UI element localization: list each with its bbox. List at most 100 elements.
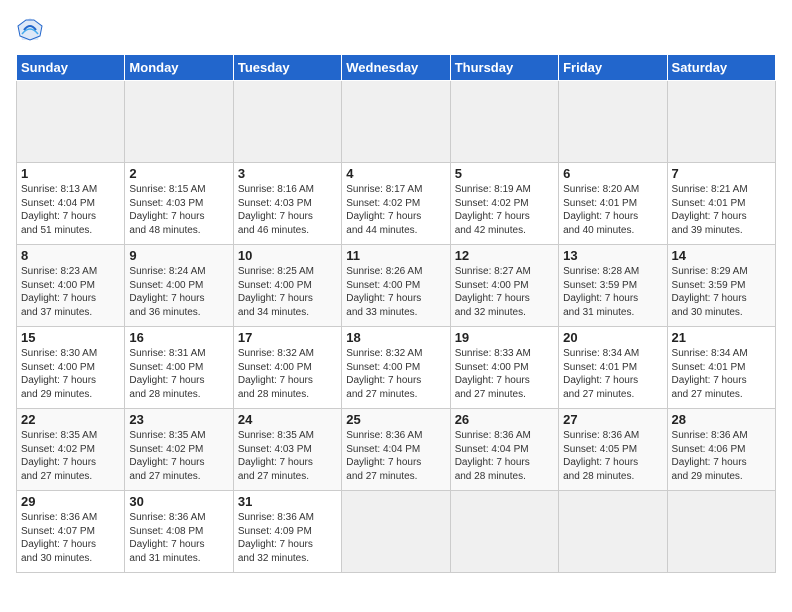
calendar-table: SundayMondayTuesdayWednesdayThursdayFrid… <box>16 54 776 573</box>
cell-info: Sunrise: 8:19 AM Sunset: 4:02 PM Dayligh… <box>455 183 554 237</box>
day-number: 1 <box>21 166 120 181</box>
calendar-cell <box>667 491 775 573</box>
column-header-sunday: Sunday <box>17 55 125 81</box>
week-row-5: 29 Sunrise: 8:36 AM Sunset: 4:07 PM Dayli… <box>17 491 776 573</box>
calendar-cell: 1 Sunrise: 8:13 AM Sunset: 4:04 PM Daylig… <box>17 163 125 245</box>
column-header-wednesday: Wednesday <box>342 55 450 81</box>
calendar-cell: 2Sunrise: 8:15 AM Sunset: 4:03 PM Daylig… <box>125 163 233 245</box>
logo <box>16 16 48 44</box>
day-number: 17 <box>238 330 337 345</box>
page-container: SundayMondayTuesdayWednesdayThursdayFrid… <box>0 0 792 583</box>
day-number: 29 <box>21 494 120 509</box>
calendar-cell: 26Sunrise: 8:36 AM Sunset: 4:04 PM Dayli… <box>450 409 558 491</box>
calendar-cell: 11 Sunrise: 8:26 AM Sunset: 4:00 PM Dayli… <box>342 245 450 327</box>
calendar-cell <box>559 81 667 163</box>
logo-icon <box>16 16 44 44</box>
cell-info: Sunrise: 8:33 AM Sunset: 4:00 PM Dayligh… <box>455 347 554 401</box>
calendar-cell: 29 Sunrise: 8:36 AM Sunset: 4:07 PM Dayli… <box>17 491 125 573</box>
cell-info: Sunrise: 8:32 AM Sunset: 4:00 PM Dayligh… <box>346 347 445 401</box>
cell-info: Sunrise: 8:36 AM Sunset: 4:04 PM Dayligh… <box>346 429 445 483</box>
day-number: 28 <box>672 412 771 427</box>
calendar-cell <box>667 81 775 163</box>
calendar-cell: 14 Sunrise: 8:29 AM Sunset: 3:59 PM Dayli… <box>667 245 775 327</box>
cell-info: Sunrise: 8:17 AM Sunset: 4:02 PM Dayligh… <box>346 183 445 237</box>
cell-info: Sunrise: 8:36 AM Sunset: 4:07 PM Dayligh… <box>21 511 120 565</box>
column-header-saturday: Saturday <box>667 55 775 81</box>
cell-info: Sunrise: 8:21 AM Sunset: 4:01 PM Dayligh… <box>672 183 771 237</box>
day-number: 5 <box>455 166 554 181</box>
day-number: 20 <box>563 330 662 345</box>
calendar-cell <box>342 81 450 163</box>
calendar-cell: 7 Sunrise: 8:21 AM Sunset: 4:01 PM Daylig… <box>667 163 775 245</box>
calendar-cell: 28Sunrise: 8:36 AM Sunset: 4:06 PM Dayli… <box>667 409 775 491</box>
calendar-cell: 4Sunrise: 8:17 AM Sunset: 4:02 PM Daylig… <box>342 163 450 245</box>
calendar-cell: 21Sunrise: 8:34 AM Sunset: 4:01 PM Dayli… <box>667 327 775 409</box>
cell-info: Sunrise: 8:32 AM Sunset: 4:00 PM Dayligh… <box>238 347 337 401</box>
day-number: 7 <box>672 166 771 181</box>
day-number: 10 <box>238 248 337 263</box>
calendar-cell <box>17 81 125 163</box>
calendar-cell: 5 Sunrise: 8:19 AM Sunset: 4:02 PM Daylig… <box>450 163 558 245</box>
calendar-cell: 6Sunrise: 8:20 AM Sunset: 4:01 PM Daylig… <box>559 163 667 245</box>
calendar-cell: 20 Sunrise: 8:34 AM Sunset: 4:01 PM Dayli… <box>559 327 667 409</box>
day-number: 3 <box>238 166 337 181</box>
day-number: 12 <box>455 248 554 263</box>
cell-info: Sunrise: 8:35 AM Sunset: 4:02 PM Dayligh… <box>129 429 228 483</box>
calendar-cell: 10 Sunrise: 8:25 AM Sunset: 4:00 PM Dayli… <box>233 245 341 327</box>
calendar-cell: 13Sunrise: 8:28 AM Sunset: 3:59 PM Dayli… <box>559 245 667 327</box>
day-number: 6 <box>563 166 662 181</box>
calendar-cell <box>559 491 667 573</box>
column-header-thursday: Thursday <box>450 55 558 81</box>
week-row-0 <box>17 81 776 163</box>
cell-info: Sunrise: 8:25 AM Sunset: 4:00 PM Dayligh… <box>238 265 337 319</box>
day-number: 18 <box>346 330 445 345</box>
calendar-cell: 3Sunrise: 8:16 AM Sunset: 4:03 PM Daylig… <box>233 163 341 245</box>
day-number: 11 <box>346 248 445 263</box>
calendar-cell: 18 Sunrise: 8:32 AM Sunset: 4:00 PM Dayli… <box>342 327 450 409</box>
cell-info: Sunrise: 8:24 AM Sunset: 4:00 PM Dayligh… <box>129 265 228 319</box>
calendar-cell: 8Sunrise: 8:23 AM Sunset: 4:00 PM Daylig… <box>17 245 125 327</box>
calendar-cell: 16 Sunrise: 8:31 AM Sunset: 4:00 PM Dayli… <box>125 327 233 409</box>
cell-info: Sunrise: 8:31 AM Sunset: 4:00 PM Dayligh… <box>129 347 228 401</box>
cell-info: Sunrise: 8:35 AM Sunset: 4:03 PM Dayligh… <box>238 429 337 483</box>
week-row-3: 15Sunrise: 8:30 AM Sunset: 4:00 PM Dayli… <box>17 327 776 409</box>
cell-info: Sunrise: 8:15 AM Sunset: 4:03 PM Dayligh… <box>129 183 228 237</box>
calendar-cell: 24Sunrise: 8:35 AM Sunset: 4:03 PM Dayli… <box>233 409 341 491</box>
cell-info: Sunrise: 8:36 AM Sunset: 4:08 PM Dayligh… <box>129 511 228 565</box>
cell-info: Sunrise: 8:26 AM Sunset: 4:00 PM Dayligh… <box>346 265 445 319</box>
day-number: 16 <box>129 330 228 345</box>
week-row-4: 22 Sunrise: 8:35 AM Sunset: 4:02 PM Dayli… <box>17 409 776 491</box>
week-row-1: 1 Sunrise: 8:13 AM Sunset: 4:04 PM Daylig… <box>17 163 776 245</box>
day-number: 27 <box>563 412 662 427</box>
cell-info: Sunrise: 8:36 AM Sunset: 4:09 PM Dayligh… <box>238 511 337 565</box>
calendar-cell: 17 Sunrise: 8:32 AM Sunset: 4:00 PM Dayli… <box>233 327 341 409</box>
day-number: 14 <box>672 248 771 263</box>
day-number: 23 <box>129 412 228 427</box>
day-number: 8 <box>21 248 120 263</box>
header-row: SundayMondayTuesdayWednesdayThursdayFrid… <box>17 55 776 81</box>
column-header-friday: Friday <box>559 55 667 81</box>
cell-info: Sunrise: 8:29 AM Sunset: 3:59 PM Dayligh… <box>672 265 771 319</box>
calendar-cell: 30 Sunrise: 8:36 AM Sunset: 4:08 PM Dayli… <box>125 491 233 573</box>
day-number: 19 <box>455 330 554 345</box>
day-number: 30 <box>129 494 228 509</box>
day-number: 9 <box>129 248 228 263</box>
calendar-cell: 9 Sunrise: 8:24 AM Sunset: 4:00 PM Daylig… <box>125 245 233 327</box>
calendar-cell: 22 Sunrise: 8:35 AM Sunset: 4:02 PM Dayli… <box>17 409 125 491</box>
calendar-cell <box>233 81 341 163</box>
calendar-cell: 31 Sunrise: 8:36 AM Sunset: 4:09 PM Dayli… <box>233 491 341 573</box>
cell-info: Sunrise: 8:13 AM Sunset: 4:04 PM Dayligh… <box>21 183 120 237</box>
header <box>16 16 776 44</box>
day-number: 26 <box>455 412 554 427</box>
cell-info: Sunrise: 8:30 AM Sunset: 4:00 PM Dayligh… <box>21 347 120 401</box>
day-number: 22 <box>21 412 120 427</box>
cell-info: Sunrise: 8:34 AM Sunset: 4:01 PM Dayligh… <box>563 347 662 401</box>
day-number: 31 <box>238 494 337 509</box>
cell-info: Sunrise: 8:35 AM Sunset: 4:02 PM Dayligh… <box>21 429 120 483</box>
day-number: 25 <box>346 412 445 427</box>
week-row-2: 8Sunrise: 8:23 AM Sunset: 4:00 PM Daylig… <box>17 245 776 327</box>
column-header-monday: Monday <box>125 55 233 81</box>
cell-info: Sunrise: 8:34 AM Sunset: 4:01 PM Dayligh… <box>672 347 771 401</box>
calendar-cell <box>342 491 450 573</box>
calendar-cell: 27Sunrise: 8:36 AM Sunset: 4:05 PM Dayli… <box>559 409 667 491</box>
